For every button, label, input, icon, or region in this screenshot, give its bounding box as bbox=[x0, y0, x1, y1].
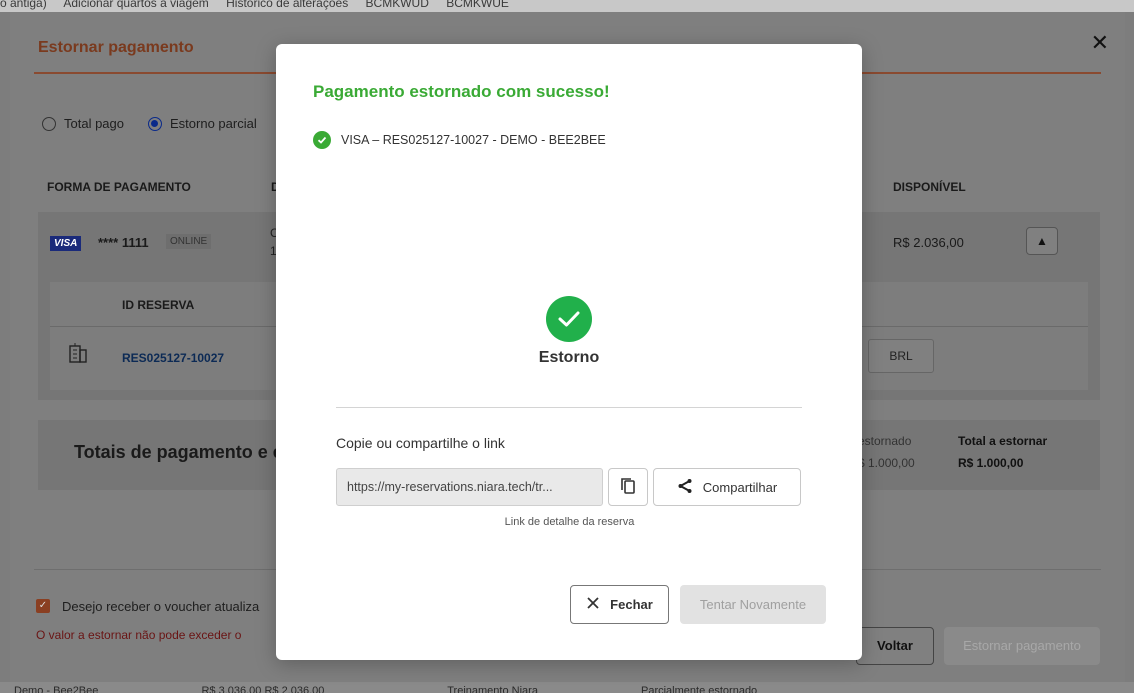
bg-text: R$ 3.036,00 R$ 2.036,00 bbox=[201, 685, 325, 693]
bg-text: Parcialmente estornado bbox=[641, 685, 758, 693]
share-icon bbox=[677, 478, 693, 497]
column-header-available: DISPONÍVEL bbox=[893, 180, 966, 194]
divider bbox=[336, 407, 802, 408]
radio-label: Estorno parcial bbox=[170, 116, 257, 131]
radio-total-paid[interactable]: Total pago bbox=[42, 116, 124, 131]
retry-button[interactable]: Tentar Novamente bbox=[680, 585, 826, 624]
radio-icon bbox=[42, 116, 56, 131]
bg-text: BCMKWUE bbox=[446, 0, 509, 10]
success-title: Pagamento estornado com sucesso! bbox=[313, 82, 610, 101]
back-button[interactable]: Voltar bbox=[856, 627, 934, 665]
radio-selected-icon bbox=[148, 116, 162, 131]
background-toolbar: o antiga) Adicionar quartos à viagem His… bbox=[0, 0, 1134, 12]
building-icon bbox=[68, 342, 88, 369]
refunded-value: $ 1.000,00 bbox=[858, 456, 915, 470]
success-check-icon bbox=[546, 296, 592, 342]
bg-text: Adicionar quartos à viagem bbox=[63, 0, 209, 10]
link-hint: Link de detalhe da reserva bbox=[504, 516, 635, 528]
bg-text: BCMKWUD bbox=[365, 0, 429, 10]
currency-field[interactable]: BRL bbox=[868, 339, 934, 373]
available-value: R$ 2.036,00 bbox=[893, 235, 964, 250]
bg-text: Histórico de alterações bbox=[226, 0, 349, 10]
to-refund-value: R$ 1.000,00 bbox=[958, 456, 1024, 470]
reservation-link-field[interactable]: https://my-reservations.niara.tech/tr... bbox=[336, 468, 603, 506]
radio-label: Total pago bbox=[64, 116, 124, 131]
totals-title: Totais de pagamento e e bbox=[74, 442, 283, 462]
copy-link-label: Copie ou compartilhe o link bbox=[336, 435, 505, 451]
check-circle-icon bbox=[313, 131, 331, 149]
bg-text: o antiga) bbox=[0, 0, 47, 10]
bg-text: Demo - Bee2Bee bbox=[14, 685, 99, 693]
voucher-checkbox[interactable]: ✓ bbox=[36, 599, 50, 613]
card-number: **** 1111 bbox=[98, 235, 149, 250]
to-refund-label: Total a estornar bbox=[958, 434, 1048, 448]
refunded-item-label: VISA – RES025127-10027 - DEMO - BEE2BEE bbox=[341, 133, 606, 147]
close-button-label: Fechar bbox=[610, 597, 653, 612]
copy-button[interactable] bbox=[608, 468, 648, 506]
refunded-label: estornado bbox=[858, 434, 912, 448]
success-modal: Pagamento estornado com sucesso! VISA – … bbox=[276, 44, 862, 660]
error-message: O valor a estornar não pode exceder o bbox=[36, 628, 242, 642]
online-badge: ONLINE bbox=[166, 234, 212, 249]
close-icon bbox=[586, 596, 600, 613]
refund-submit-button[interactable]: Estornar pagamento bbox=[944, 627, 1100, 665]
refunded-item: VISA – RES025127-10027 - DEMO - BEE2BEE bbox=[313, 131, 606, 149]
bg-text: Treinamento Niara bbox=[447, 685, 538, 693]
voucher-checkbox-label: Desejo receber o voucher atualiza bbox=[62, 599, 260, 614]
copy-icon bbox=[620, 477, 636, 498]
refund-dialog-title: Estornar pagamento bbox=[38, 39, 194, 56]
chevron-up-icon[interactable]: ▲ bbox=[1026, 227, 1058, 255]
close-icon[interactable]: ✕ bbox=[1091, 30, 1109, 56]
radio-partial-refund[interactable]: Estorno parcial bbox=[148, 116, 257, 131]
status-label: Estorno bbox=[538, 349, 600, 366]
share-button-label: Compartilhar bbox=[702, 479, 778, 495]
close-button[interactable]: Fechar bbox=[570, 585, 669, 624]
background-table-row: Demo - Bee2Bee R$ 3.036,00 R$ 2.036,00 T… bbox=[0, 682, 1134, 693]
share-button[interactable]: Compartilhar bbox=[653, 468, 801, 506]
column-header-reservation-id: ID RESERVA bbox=[122, 298, 195, 312]
reservation-id-link[interactable]: RES025127-10027 bbox=[122, 351, 224, 365]
visa-icon: VISA bbox=[50, 236, 82, 251]
column-header-payment: FORMA DE PAGAMENTO bbox=[47, 180, 191, 194]
